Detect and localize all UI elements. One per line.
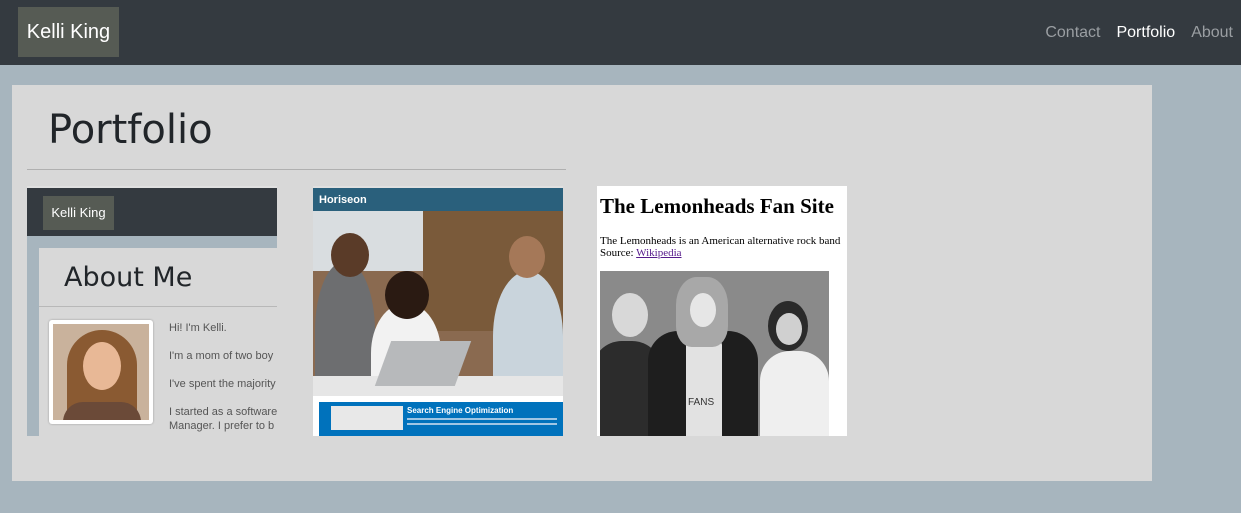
navbar: Kelli King Contact Portfolio About xyxy=(0,0,1241,65)
thumb-logo: Horiseon xyxy=(319,194,367,206)
project-thumbnail-lemonheads[interactable]: The Lemonheads Fan Site The Lemonheads i… xyxy=(597,186,847,436)
thumb-brand: Kelli King xyxy=(43,196,114,230)
band-photo: FANS xyxy=(600,271,829,436)
thumb-text-line: Hi! I'm Kelli. xyxy=(169,322,227,334)
thumb-text-line: I've spent the majority xyxy=(169,378,276,390)
nav-links: Contact Portfolio About xyxy=(1029,0,1233,65)
thumb-navbar: Kelli King xyxy=(27,186,277,236)
page-title: Portfolio xyxy=(48,107,213,153)
thumb-description: The Lemonheads is an American alternativ… xyxy=(600,235,841,247)
thumb-text-line: I started as a software xyxy=(169,406,277,418)
seo-section: Search Engine Optimization xyxy=(319,402,563,436)
nav-link-contact[interactable]: Contact xyxy=(1045,24,1100,42)
thumb-heading: About Me xyxy=(64,262,193,293)
profile-photo xyxy=(49,320,153,424)
thumb-services: Search Engine Optimization xyxy=(313,396,563,436)
title-divider xyxy=(27,169,566,170)
seo-image xyxy=(331,406,403,430)
nav-link-portfolio[interactable]: Portfolio xyxy=(1116,24,1175,42)
project-thumbnail-horiseon[interactable]: Horiseon Search Engine Optimization xyxy=(313,186,563,436)
thumb-title: The Lemonheads Fan Site xyxy=(600,194,834,218)
brand-link[interactable]: Kelli King xyxy=(18,7,119,57)
portfolio-panel: Portfolio Kelli King About Me Hi! I'm Ke… xyxy=(12,85,1152,481)
project-thumbnail-about-me[interactable]: Kelli King About Me Hi! I'm Kelli. I'm a… xyxy=(27,186,277,436)
thumb-text-line: Manager. I prefer to b xyxy=(169,420,275,432)
thumb-divider xyxy=(39,306,277,307)
shirt-text: FANS xyxy=(688,397,715,408)
thumb-header: Horiseon xyxy=(313,186,563,211)
thumb-text-line: I'm a mom of two boy xyxy=(169,350,274,362)
seo-title: Search Engine Optimization xyxy=(407,406,514,415)
source-label: Source: xyxy=(600,247,637,259)
thumb-panel: About Me Hi! I'm Kelli. I'm a mom of two… xyxy=(39,248,277,436)
thumb-source: Source: Wikipedia xyxy=(600,247,682,259)
nav-link-about[interactable]: About xyxy=(1191,24,1233,42)
hero-image xyxy=(313,211,563,396)
wikipedia-link[interactable]: Wikipedia xyxy=(636,247,681,259)
